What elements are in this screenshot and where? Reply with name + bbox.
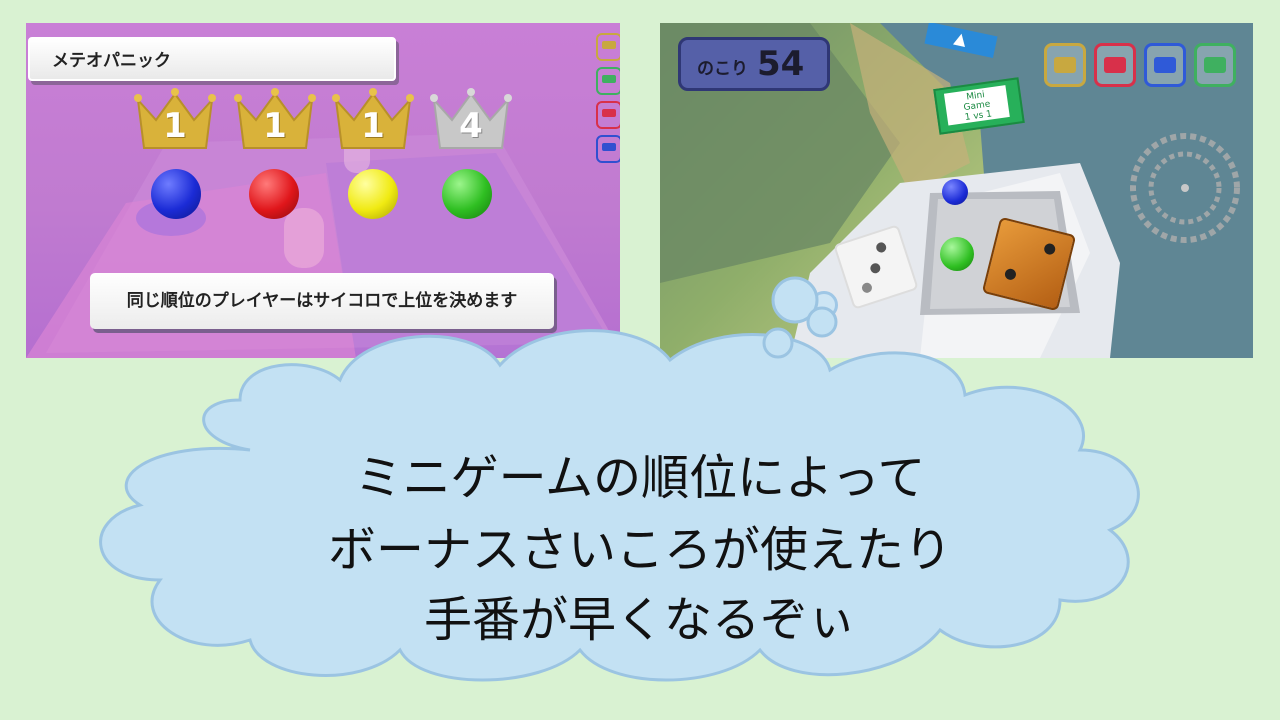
- thought-bubble-dot: [762, 327, 794, 359]
- caption-line-3: 手番が早くなるぞぃ: [423, 592, 856, 648]
- caption-line-1: ミニゲームの順位によって: [354, 450, 926, 506]
- caption-line-2: ボーナスさいころが使えたり: [327, 522, 952, 578]
